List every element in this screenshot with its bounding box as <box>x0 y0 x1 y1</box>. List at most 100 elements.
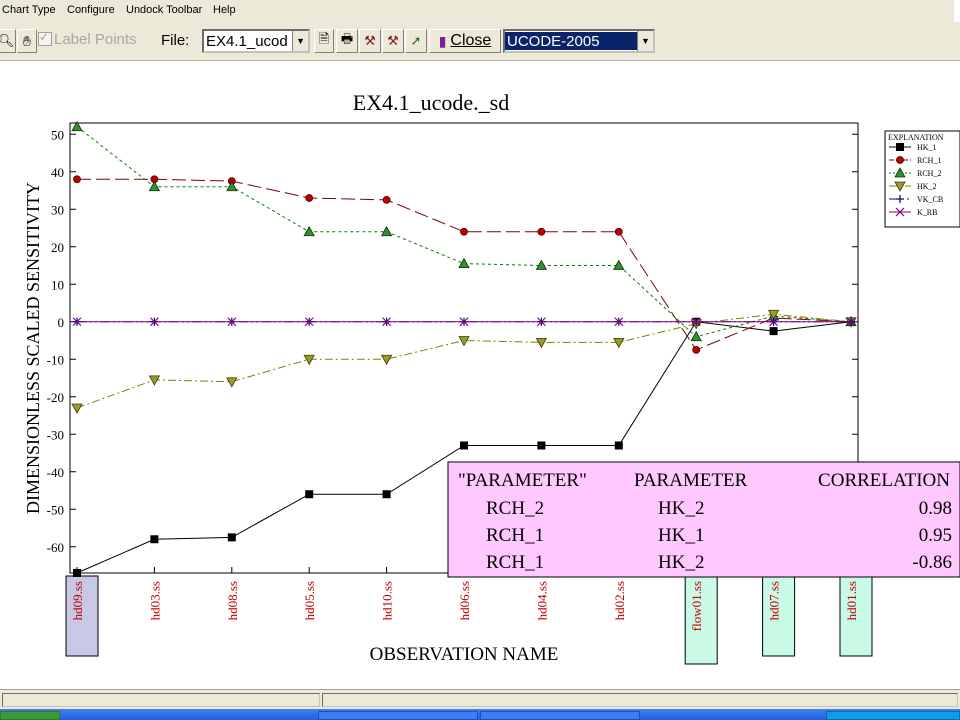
printer-icon: 🖶︎ <box>340 31 354 46</box>
data-point <box>303 225 315 237</box>
data-point <box>380 354 393 366</box>
status-pane-left <box>2 693 320 707</box>
legend-label: K_RB <box>917 208 937 217</box>
runner-icon: ➚︎ <box>410 33 422 48</box>
y-tick-label: -40 <box>47 465 64 480</box>
y-tick-label: -30 <box>47 427 64 442</box>
correlation-table-header: "PARAMETER" <box>458 470 587 491</box>
data-point <box>305 490 314 499</box>
file-select[interactable]: EX4.1_ucod ▼ <box>202 29 310 53</box>
run-button[interactable]: ➚︎ <box>405 29 427 53</box>
data-point <box>535 337 548 349</box>
data-point <box>226 377 238 388</box>
menu-item-help[interactable]: Help <box>213 4 236 16</box>
data-point <box>458 257 470 269</box>
data-point <box>382 195 391 204</box>
y-tick-label: -10 <box>47 352 64 367</box>
data-point <box>460 227 468 236</box>
correlation-table-cell: RCH_1 <box>486 525 544 546</box>
correlation-table-header: CORRELATION <box>818 470 950 491</box>
print-button[interactable]: 🖶︎ <box>336 29 358 53</box>
legend-label: VK_CB <box>917 195 943 204</box>
x-axis-title: OBSERVATION NAME <box>370 644 559 665</box>
series-line-hk-2 <box>76 313 852 409</box>
close-button-label: Close <box>450 32 492 49</box>
chart-area: EX4.1_ucode._sd OBSERVATION NAME DIMENSION… <box>0 61 960 688</box>
y-tick-label: 50 <box>51 127 64 142</box>
window-edge <box>954 0 960 22</box>
data-point <box>148 180 161 192</box>
label-points-label: Label Points <box>54 31 137 48</box>
stop-model-button[interactable]: ⚒︎ <box>382 29 404 53</box>
data-point <box>537 441 546 450</box>
data-point <box>150 535 159 544</box>
system-tray <box>826 711 960 720</box>
chart-title: EX4.1_ucode._sd <box>353 90 509 115</box>
checkmark-icon: ✓ <box>39 30 50 44</box>
door-icon: ▮ <box>438 32 447 49</box>
correlation-table-cell: 0.95 <box>919 525 952 546</box>
data-point <box>614 441 623 450</box>
zoom-button[interactable]: 🔍︎ <box>0 29 16 53</box>
correlation-table-cell: HK_2 <box>658 552 704 573</box>
legend-label: HK_1 <box>917 143 937 152</box>
menu-bar: Chart Type Configure Undock Toolbar Help <box>0 0 960 22</box>
file-select-value: EX4.1_ucod <box>206 32 288 50</box>
data-point <box>382 490 391 499</box>
x-tick-label: hd02.ss <box>612 581 627 620</box>
status-bar <box>0 689 960 710</box>
close-button[interactable]: ▮ Close <box>429 29 501 53</box>
legend-label: HK_2 <box>917 182 937 191</box>
data-point <box>73 569 81 577</box>
x-tick-label: hd08.ss <box>225 581 240 620</box>
tools-stop-icon: ⚒︎ <box>387 33 399 48</box>
x-tick-label: hd06.ss <box>457 581 472 620</box>
start-button[interactable] <box>0 711 60 720</box>
taskbar <box>0 709 960 720</box>
correlation-table-header: PARAMETER <box>634 470 748 491</box>
y-tick-label: 40 <box>51 165 64 180</box>
program-select-value: UCODE-2005 <box>505 32 637 50</box>
program-select[interactable]: UCODE-2005 ▼ <box>503 29 655 53</box>
sensitivity-chart: EX4.1_ucode._sd OBSERVATION NAME DIMENSION… <box>23 90 960 665</box>
data-point <box>305 194 314 202</box>
chevron-down-icon[interactable]: ▼ <box>637 31 653 51</box>
data-point <box>614 227 623 236</box>
magnifier-icon: 🔍︎ <box>0 33 15 48</box>
taskbar-button[interactable] <box>480 711 640 720</box>
legend-label: RCH_1 <box>917 156 941 165</box>
legend-marker <box>896 143 904 151</box>
y-tick-label: 20 <box>51 240 64 255</box>
menu-item-configure[interactable]: Configure <box>67 4 115 16</box>
data-point <box>227 533 236 542</box>
x-tick-label: hd04.ss <box>534 581 549 620</box>
tools-icon: ⚒︎ <box>364 33 376 48</box>
correlation-table-cell: HK_2 <box>658 498 704 519</box>
y-tick-label: -20 <box>47 390 64 405</box>
data-point <box>769 327 778 336</box>
data-point <box>692 345 701 354</box>
hand-icon: ✋︎ <box>23 32 31 49</box>
correlation-table-cell: RCH_2 <box>486 498 544 519</box>
open-button[interactable]: 🗎︎ <box>314 29 334 53</box>
data-point <box>226 180 238 192</box>
data-point <box>460 441 468 450</box>
correlation-table-cell: -0.86 <box>912 552 952 573</box>
x-tick-label: hd10.ss <box>380 581 395 620</box>
correlation-table-cell: HK_1 <box>658 525 704 546</box>
menu-item-undock-toolbar[interactable]: Undock Toolbar <box>126 4 202 16</box>
y-tick-label: -50 <box>47 502 64 517</box>
pan-button[interactable]: ✋︎ <box>17 29 37 53</box>
x-tick-label: hd05.ss <box>302 581 317 620</box>
menu-item-chart-type[interactable]: Chart Type <box>2 4 56 16</box>
status-pane-right <box>322 693 958 707</box>
data-point <box>73 175 81 184</box>
run-model-button[interactable]: ⚒︎ <box>359 29 381 53</box>
label-points-checkbox[interactable]: ✓ <box>38 30 52 46</box>
document-icon: 🗎︎ <box>318 31 330 46</box>
chevron-down-icon[interactable]: ▼ <box>292 31 308 51</box>
taskbar-button[interactable] <box>318 711 478 720</box>
legend-title: EXPLANATION <box>888 133 944 142</box>
correlation-table-cell: RCH_1 <box>486 552 544 573</box>
x-tick-label: flow01.ss <box>689 581 704 631</box>
